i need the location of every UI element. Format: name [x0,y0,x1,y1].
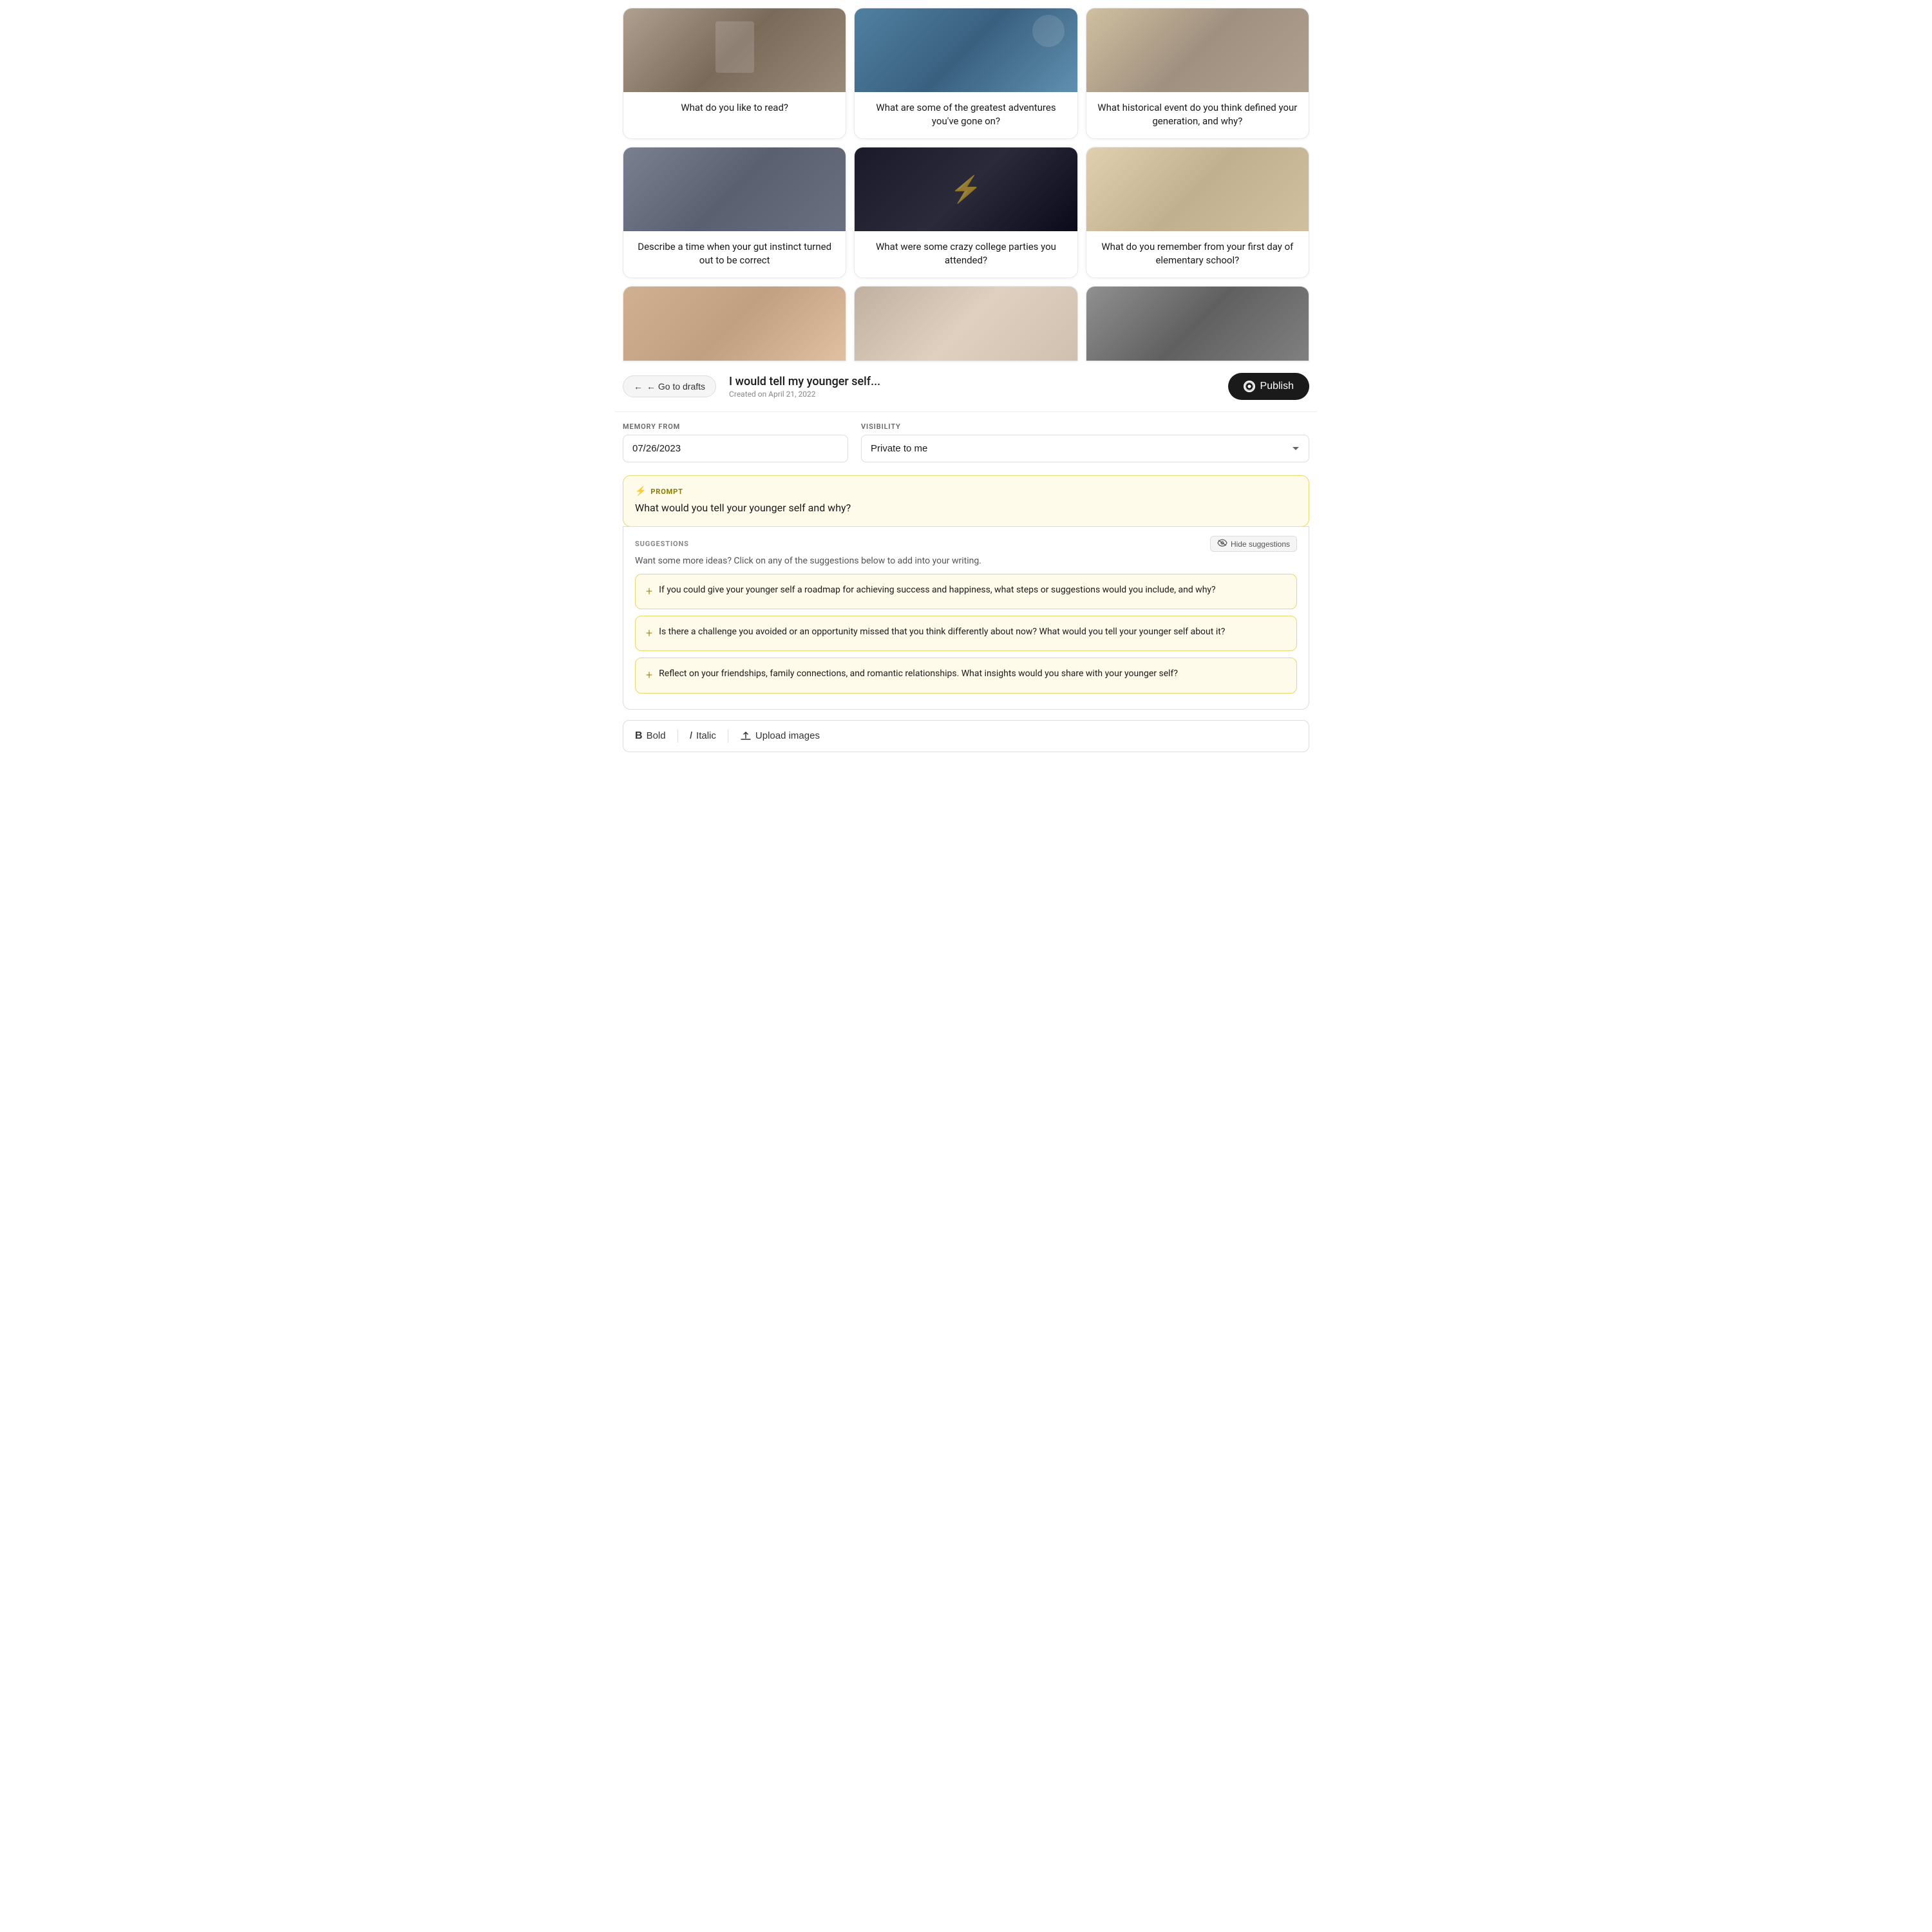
suggestion-plus-icon-3: + [646,667,652,683]
go-to-drafts-label: ← Go to drafts [647,381,705,392]
suggestion-text-2: Is there a challenge you avoided or an o… [659,625,1225,639]
grid-card-5[interactable]: What were some crazy college parties you… [854,147,1077,278]
italic-label: Italic [696,730,716,741]
visibility-group: VISIBILITY Private to me Public Friends … [861,422,1309,462]
memory-from-input[interactable] [623,435,848,462]
suggestion-item-3[interactable]: + Reflect on your friendships, family co… [635,658,1297,693]
go-to-drafts-button[interactable]: ← ← Go to drafts [623,375,716,397]
publish-label: Publish [1260,381,1294,392]
suggestions-section: SUGGESTIONS Hide suggestions Want some m… [623,526,1309,710]
suggestion-text-1: If you could give your younger self a ro… [659,583,1216,597]
back-arrow-icon: ← [634,381,643,392]
suggestions-intro: Want some more ideas? Click on any of th… [635,556,1297,566]
prompt-box: ⚡ PROMPT What would you tell your younge… [623,475,1309,527]
memory-from-label: MEMORY FROM [623,422,848,431]
grid-card-7[interactable] [623,286,846,361]
visibility-label: VISIBILITY [861,422,1309,431]
bolt-icon: ⚡ [635,486,647,497]
suggestions-label: SUGGESTIONS [635,540,689,548]
suggestion-plus-icon-1: + [646,583,652,600]
bold-icon: B [635,730,643,742]
eye-hide-icon [1217,539,1227,549]
publish-button[interactable]: Publish [1228,373,1309,400]
card-text-6: What do you remember from your first day… [1086,231,1309,278]
grid-card-6[interactable]: What do you remember from your first day… [1086,147,1309,278]
bold-label: Bold [647,730,666,741]
card-image-6 [1086,147,1309,231]
card-image-5 [855,147,1077,231]
entry-title: I would tell my younger self... [729,375,1215,388]
visibility-select[interactable]: Private to me Public Friends only [861,435,1309,462]
grid-card-9[interactable] [1086,286,1309,361]
upload-images-button[interactable]: Upload images [740,730,820,741]
hide-suggestions-button[interactable]: Hide suggestions [1210,536,1297,552]
memory-from-group: MEMORY FROM [623,422,848,462]
prompt-label-text: PROMPT [650,488,683,496]
upload-label: Upload images [755,730,820,741]
card-text-5: What were some crazy college parties you… [855,231,1077,278]
card-image-1 [623,8,846,92]
card-image-3 [1086,8,1309,92]
italic-button[interactable]: I Italic [690,730,716,742]
prompt-text: What would you tell your younger self an… [635,500,1297,516]
prompt-section: ⚡ PROMPT What would you tell your younge… [623,475,1309,710]
form-section: MEMORY FROM VISIBILITY Private to me Pub… [615,412,1317,473]
prompt-label: ⚡ PROMPT [635,486,1297,497]
bold-button[interactable]: B Bold [635,730,666,742]
image-grid: What do you like to read? What are some … [615,0,1317,361]
grid-card-4[interactable]: Describe a time when your gut instinct t… [623,147,846,278]
suggestions-header: SUGGESTIONS Hide suggestions [635,536,1297,552]
card-text-1: What do you like to read? [623,92,846,125]
entry-subtitle: Created on April 21, 2022 [729,390,1215,399]
publish-icon [1244,381,1255,392]
editor-header: ← ← Go to drafts I would tell my younger… [615,361,1317,412]
grid-card-2[interactable]: What are some of the greatest adventures… [854,8,1077,139]
card-image-2 [855,8,1077,92]
suggestion-text-3: Reflect on your friendships, family conn… [659,667,1178,681]
suggestion-item-2[interactable]: + Is there a challenge you avoided or an… [635,616,1297,651]
card-image-8 [855,287,1077,361]
grid-card-1[interactable]: What do you like to read? [623,8,846,139]
card-text-4: Describe a time when your gut instinct t… [623,231,846,278]
toolbar-divider-1 [677,730,678,743]
upload-icon [740,731,752,741]
header-title-block: I would tell my younger self... Created … [729,375,1215,399]
card-image-4 [623,147,846,231]
grid-card-8[interactable] [854,286,1077,361]
suggestion-plus-icon-2: + [646,625,652,641]
card-text-2: What are some of the greatest adventures… [855,92,1077,138]
italic-icon: I [690,730,692,742]
hide-suggestions-label: Hide suggestions [1231,540,1290,549]
grid-card-3[interactable]: What historical event do you think defin… [1086,8,1309,139]
card-image-9 [1086,287,1309,361]
card-text-3: What historical event do you think defin… [1086,92,1309,138]
suggestion-item-1[interactable]: + If you could give your younger self a … [635,574,1297,609]
editor-toolbar: B Bold I Italic Upload images [623,720,1309,752]
card-image-7 [623,287,846,361]
